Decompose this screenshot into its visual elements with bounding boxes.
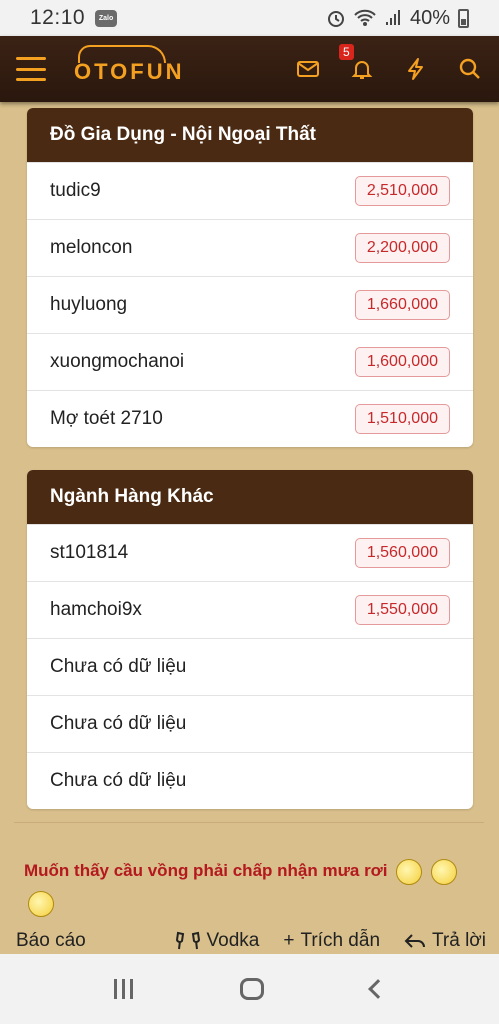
thinking-emoji-icon [430, 858, 457, 885]
status-right: 40% [326, 7, 469, 30]
header-icons: 5 [295, 44, 483, 82]
quote-button[interactable]: + Trích dẫn [283, 930, 380, 952]
panel-other: Ngành Hàng Khác st101814 1,560,000 hamch… [27, 470, 473, 809]
amount-badge: 1,660,000 [354, 290, 450, 320]
member-name[interactable]: huyluong [50, 294, 127, 316]
recent-apps-icon[interactable] [113, 979, 133, 999]
signature-text: Muốn thấy cầu vồng phải chấp nhận mưa rơ… [24, 861, 388, 880]
search-icon[interactable] [457, 56, 483, 82]
status-time: 12:10 [30, 6, 86, 29]
bell-icon[interactable]: 5 [339, 44, 375, 82]
amount-badge: 1,600,000 [354, 347, 450, 377]
battery-icon [458, 8, 469, 28]
member-name[interactable]: st101814 [50, 542, 128, 564]
panel-household: Đồ Gia Dụng - Nội Ngoại Thất tudic9 2,51… [27, 108, 473, 447]
report-button[interactable]: Báo cáo [16, 930, 86, 952]
list-item[interactable]: xuongmochanoi 1,600,000 [27, 333, 473, 390]
cheers-icon [175, 931, 200, 950]
system-nav-bar [0, 954, 499, 1024]
reaction-button[interactable]: Vodka [175, 930, 260, 952]
empty-placeholder: Chưa có dữ liệu [50, 713, 187, 734]
member-name[interactable]: xuongmochanoi [50, 351, 184, 373]
panel-title: Ngành Hàng Khác [27, 470, 473, 524]
battery-percent: 40% [409, 6, 450, 29]
member-name[interactable]: meloncon [50, 237, 132, 259]
back-icon[interactable] [368, 979, 389, 999]
amount-badge: 2,510,000 [354, 176, 450, 206]
quote-label: Trích dẫn [300, 930, 381, 951]
status-bar: 12:10 Zalo 40% [0, 0, 499, 36]
hamburger-menu-icon[interactable] [16, 57, 46, 81]
list-item: Chưa có dữ liệu [27, 695, 473, 752]
signal-icon [385, 10, 400, 25]
member-name[interactable]: hamchoi9x [50, 599, 142, 621]
list-item[interactable]: hamchoi9x 1,550,000 [27, 581, 473, 638]
site-logo[interactable]: OTOFUN [74, 45, 184, 85]
panel-title: Đồ Gia Dụng - Nội Ngoại Thất [27, 108, 473, 162]
list-item[interactable]: huyluong 1,660,000 [27, 276, 473, 333]
reply-button[interactable]: Trả lời [404, 930, 486, 952]
lightning-icon[interactable] [403, 56, 429, 82]
member-name[interactable]: Mợ toét 2710 [50, 408, 163, 430]
thinking-emoji-icon [396, 858, 423, 885]
user-signature: Muốn thấy cầu vồng phải chấp nhận mưa rơ… [24, 855, 484, 919]
reply-label: Trả lời [432, 930, 486, 951]
reaction-label: Vodka [206, 930, 260, 951]
member-name[interactable]: tudic9 [50, 180, 101, 202]
list-item[interactable]: tudic9 2,510,000 [27, 162, 473, 219]
alarm-icon [327, 11, 344, 27]
notification-badge: 5 [339, 44, 354, 60]
reply-icon [404, 934, 426, 948]
list-item[interactable]: st101814 1,560,000 [27, 524, 473, 581]
amount-badge: 2,200,000 [354, 233, 450, 263]
wifi-icon [354, 9, 376, 26]
amount-badge: 1,550,000 [354, 595, 450, 625]
list-item: Chưa có dữ liệu [27, 752, 473, 809]
mail-icon[interactable] [295, 56, 321, 82]
list-item[interactable]: Mợ toét 2710 1,510,000 [27, 390, 473, 447]
home-icon[interactable] [239, 978, 264, 1000]
zalo-notification-icon: Zalo [95, 9, 118, 27]
plus-icon: + [283, 930, 295, 951]
app-header: OTOFUN 5 [0, 36, 499, 102]
amount-badge: 1,510,000 [354, 404, 450, 434]
thinking-emoji-icon [28, 890, 54, 917]
post-actions: Báo cáo Vodka + Trích dẫn Trả lời [16, 930, 486, 952]
list-item[interactable]: meloncon 2,200,000 [27, 219, 473, 276]
amount-badge: 1,560,000 [354, 538, 450, 568]
list-item: Chưa có dữ liệu [27, 638, 473, 695]
empty-placeholder: Chưa có dữ liệu [50, 656, 187, 677]
signature-divider [14, 822, 484, 823]
empty-placeholder: Chưa có dữ liệu [50, 770, 187, 791]
